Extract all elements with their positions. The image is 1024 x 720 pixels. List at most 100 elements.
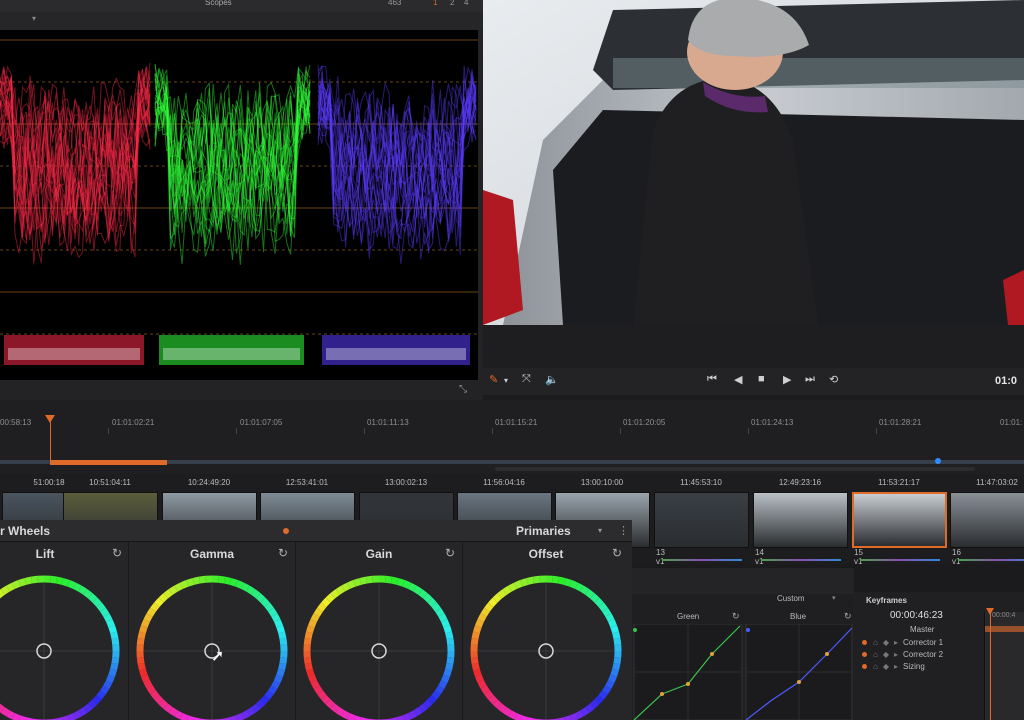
- wheels-active-indicator: [283, 528, 289, 534]
- jump-end-icon[interactable]: ⏭: [805, 373, 815, 386]
- viewer-panel: ✎ ▾ ⤧ 🔈 ⏮ ◀ ■ ▶ ⏭ ⟲ 01:0: [483, 0, 1024, 395]
- diamond-icon[interactable]: ◆: [883, 662, 889, 671]
- playhead-line[interactable]: [50, 420, 51, 462]
- curves-preset-select[interactable]: Custom: [777, 594, 805, 603]
- ruler-label: 01:01:24:13: [751, 418, 794, 427]
- keyframes-timecode-right: 00:00:4: [992, 612, 1016, 619]
- gain-label: Gain: [365, 547, 393, 561]
- lock-icon[interactable]: ⌂: [873, 662, 878, 671]
- keyframe-row-sizing[interactable]: ⌂ ◆ ▸ Sizing: [862, 662, 925, 671]
- green-curve-label: Green: [677, 612, 700, 621]
- diamond-icon[interactable]: ◆: [883, 650, 889, 659]
- chevron-down-icon[interactable]: ▾: [832, 594, 836, 602]
- gain-wheel[interactable]: [300, 572, 458, 720]
- clip-timecode: 11:47:03:02: [976, 478, 1018, 487]
- keyframe-row-label: Corrector 2: [903, 650, 944, 659]
- scopes-count: 463: [388, 0, 402, 7]
- keyframe-row-corrector-1[interactable]: ⌂ ◆ ▸ Corrector 1: [862, 638, 943, 647]
- clip-image[interactable]: [753, 492, 848, 548]
- audio-icon[interactable]: 🔈: [545, 373, 559, 386]
- scope-option-4[interactable]: 4: [464, 0, 468, 8]
- keyframes-timecode: 00:00:46:23: [890, 610, 943, 621]
- picker-dropdown-icon[interactable]: ▾: [504, 376, 508, 385]
- scopes-header: Scopes 463 1 2 4: [0, 0, 483, 12]
- clip-timecode: 13:00:02:13: [384, 478, 428, 487]
- selected-clip-image[interactable]: [852, 492, 947, 548]
- lift-wheel[interactable]: [0, 572, 123, 720]
- gain-reset-icon[interactable]: ↻: [445, 546, 455, 560]
- clip-label: 13 v1: [656, 548, 665, 566]
- picker-icon[interactable]: ✎: [489, 373, 498, 386]
- rgb-parade-graph: [0, 39, 478, 365]
- expand-arrow-icon[interactable]: ▸: [894, 662, 898, 671]
- gamma-label: Gamma: [189, 547, 235, 561]
- blue-curve-label: Blue: [790, 612, 807, 621]
- keyframe-playhead[interactable]: [990, 610, 991, 720]
- ruler-label: 01:01:20:05: [623, 418, 666, 427]
- lift-label: Lift: [35, 547, 55, 561]
- wheels-header: r Wheels Primaries ▾ ⋮: [0, 520, 632, 542]
- gamma-reset-icon[interactable]: ↻: [278, 546, 288, 560]
- jump-start-icon[interactable]: ⏮: [707, 373, 717, 386]
- clip-timecode: 11:56:04:16: [483, 478, 525, 487]
- viewer-frame-image: [483, 0, 1024, 325]
- playhead-handle[interactable]: [45, 415, 55, 423]
- primaries-mode-select[interactable]: Primaries: [516, 524, 571, 538]
- more-options-icon[interactable]: ⋮: [618, 524, 629, 537]
- transport-bar: ✎ ▾ ⤧ 🔈 ⏮ ◀ ■ ▶ ⏭ ⟲ 01:0: [483, 368, 1024, 395]
- viewer-timecode: 01:0: [995, 375, 1018, 387]
- stop-icon[interactable]: ■: [758, 373, 765, 385]
- mouse-cursor-icon: ➚: [211, 648, 225, 665]
- keyframe-row-corrector-2[interactable]: ⌂ ◆ ▸ Corrector 2: [862, 650, 943, 659]
- clip-timecode: 10:51:04:11: [89, 478, 131, 487]
- clip-label: 16 v1: [952, 548, 961, 566]
- clip-timecode: 11:53:21:17: [878, 478, 920, 487]
- marker-dot[interactable]: [935, 458, 941, 464]
- scale-icon[interactable]: ⤧: [522, 373, 531, 386]
- play-reverse-icon[interactable]: ◀: [734, 373, 742, 386]
- timeline-scrollbar[interactable]: [495, 467, 975, 471]
- lock-icon[interactable]: ⌂: [873, 638, 878, 647]
- clip-timecode: 11:45:53:10: [680, 478, 722, 487]
- scopes-toolbar: [0, 12, 483, 30]
- keyframe-row-label: Sizing: [903, 662, 925, 671]
- play-icon[interactable]: ▶: [783, 373, 791, 386]
- expand-icon[interactable]: ⤡: [459, 384, 467, 395]
- expand-arrow-icon[interactable]: ▸: [894, 638, 898, 647]
- clip-image[interactable]: [654, 492, 749, 548]
- offset-reset-icon[interactable]: ↻: [612, 546, 622, 560]
- keyframe-dot: [862, 664, 867, 669]
- ruler-label: 01:01:02:21: [112, 418, 155, 427]
- rgb-parade-scope: [0, 30, 478, 380]
- scope-option-2[interactable]: 2: [450, 0, 454, 8]
- clip-timecode: 13:00:10:00: [580, 478, 624, 487]
- keyframe-playhead-handle[interactable]: [986, 608, 994, 615]
- clip-timecode: 12:53:41:01: [285, 478, 329, 487]
- scopes-panel: Scopes 463 1 2 4 ▾ ⤡: [0, 0, 483, 400]
- ruler-label: 00:58:13: [0, 418, 32, 427]
- scope-option-1[interactable]: 1: [433, 0, 437, 8]
- ruler-tick: [236, 428, 237, 434]
- custom-curves-graph[interactable]: [632, 624, 854, 720]
- ruler-label: 01:01:11:13: [367, 418, 409, 427]
- keyframe-dot: [862, 652, 867, 657]
- blue-reset-icon[interactable]: ↻: [844, 611, 852, 622]
- mini-timeline[interactable]: 00:58:13 01:01:02:21 01:01:07:05 01:01:1…: [0, 400, 1024, 474]
- chevron-down-icon[interactable]: ▾: [598, 526, 602, 535]
- lift-reset-icon[interactable]: ↻: [112, 546, 122, 560]
- offset-wheel[interactable]: [467, 572, 625, 720]
- ruler-label: 01:01:28:21: [879, 418, 922, 427]
- loop-icon[interactable]: ⟲: [829, 373, 838, 386]
- lock-icon[interactable]: ⌂: [873, 650, 878, 659]
- scope-type-dropdown-icon[interactable]: ▾: [32, 14, 36, 23]
- green-reset-icon[interactable]: ↻: [732, 611, 740, 622]
- keyframe-row-label: Corrector 1: [903, 638, 944, 647]
- expand-arrow-icon[interactable]: ▸: [894, 650, 898, 659]
- diamond-icon[interactable]: ◆: [883, 638, 889, 647]
- clip-color-bar: [860, 559, 940, 561]
- clip-image[interactable]: [950, 492, 1024, 548]
- keyframe-master-label: Master: [910, 625, 935, 634]
- scopes-footer: [0, 380, 483, 400]
- curves-panel: Custom ▾ Green ↻ Blue ↻: [632, 568, 854, 720]
- clip-timecode: 12:49:23:16: [778, 478, 822, 487]
